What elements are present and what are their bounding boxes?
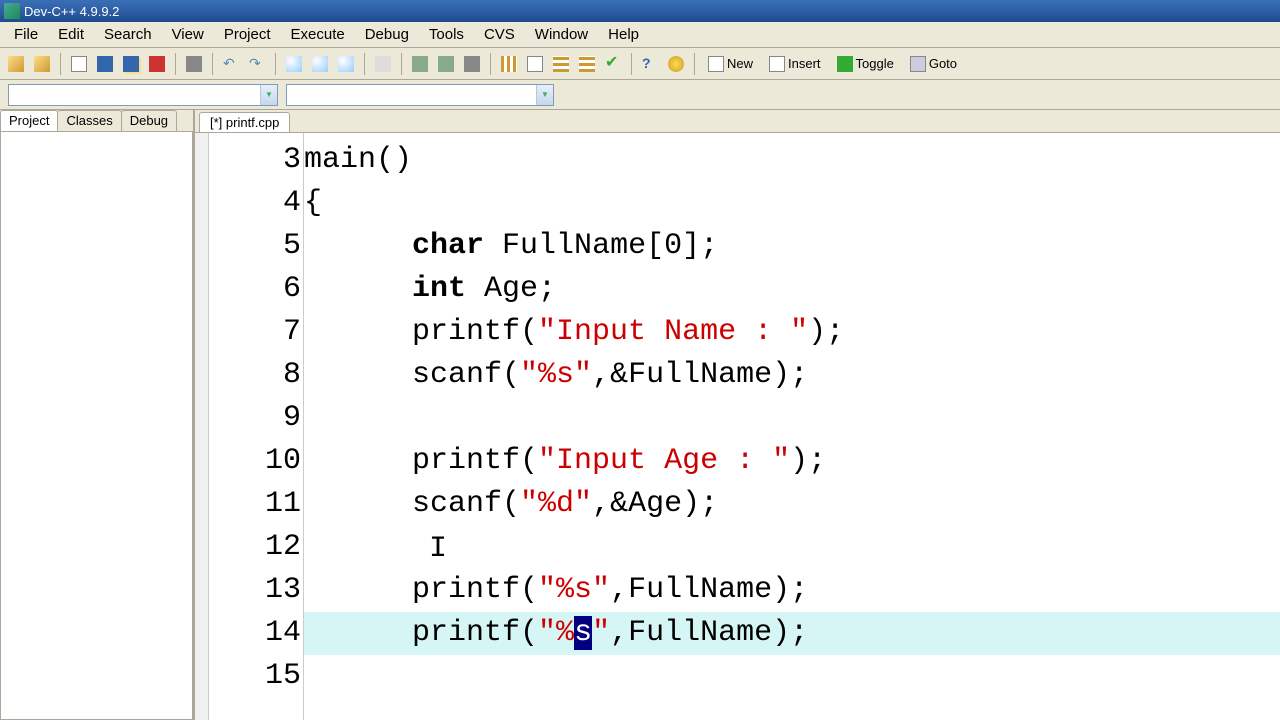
menu-help[interactable]: Help (598, 22, 649, 47)
chevron-down-icon: ▼ (260, 85, 277, 105)
debug-button[interactable] (523, 52, 547, 76)
line-number-gutter: 3456789101112131415 (209, 133, 304, 720)
menu-file[interactable]: File (4, 22, 48, 47)
debug3-button[interactable] (575, 52, 599, 76)
code-line[interactable]: I (304, 526, 1280, 569)
line-number: 3 (209, 139, 303, 182)
find-next-button[interactable] (334, 52, 358, 76)
redo-button[interactable]: ↷ (245, 52, 269, 76)
menu-debug[interactable]: Debug (355, 22, 419, 47)
selector-row: ▼ ▼ (0, 80, 1280, 110)
line-number: 8 (209, 354, 303, 397)
help-button[interactable]: ? (638, 52, 662, 76)
app-icon (4, 3, 20, 19)
undo-button[interactable]: ↶ (219, 52, 243, 76)
text-cursor: I (429, 528, 447, 571)
about-button[interactable] (664, 52, 688, 76)
chevron-down-icon: ▼ (536, 85, 553, 105)
line-number: 9 (209, 397, 303, 440)
code-container: 3456789101112131415 main(){ char FullNam… (195, 132, 1280, 720)
side-panel: Project Classes Debug (0, 110, 195, 720)
code-line[interactable]: int Age; (304, 268, 1280, 311)
run-button[interactable] (434, 52, 458, 76)
menubar: File Edit Search View Project Execute De… (0, 22, 1280, 48)
menu-window[interactable]: Window (525, 22, 598, 47)
code-line[interactable]: main() (304, 139, 1280, 182)
menu-tools[interactable]: Tools (419, 22, 474, 47)
scope-combo[interactable]: ▼ (8, 84, 278, 106)
editor-area: [*] printf.cpp 3456789101112131415 main(… (195, 110, 1280, 720)
side-tab-classes[interactable]: Classes (57, 110, 121, 131)
line-number: 13 (209, 569, 303, 612)
code-line[interactable] (304, 397, 1280, 440)
save-button[interactable] (93, 52, 117, 76)
menu-edit[interactable]: Edit (48, 22, 94, 47)
line-number: 12 (209, 526, 303, 569)
find-button[interactable] (282, 52, 306, 76)
line-number: 11 (209, 483, 303, 526)
line-number: 10 (209, 440, 303, 483)
file-tab[interactable]: [*] printf.cpp (199, 112, 290, 132)
member-combo[interactable]: ▼ (286, 84, 554, 106)
goto-button[interactable]: Goto (903, 52, 964, 76)
menu-execute[interactable]: Execute (281, 22, 355, 47)
check-button[interactable]: ✔ (601, 52, 625, 76)
toggle-button[interactable]: Toggle (830, 52, 901, 76)
menu-cvs[interactable]: CVS (474, 22, 525, 47)
save-all-button[interactable] (119, 52, 143, 76)
code-editor[interactable]: main(){ char FullName[0]; int Age; print… (304, 133, 1280, 720)
code-line[interactable]: printf("Input Name : "); (304, 311, 1280, 354)
close-button[interactable] (145, 52, 169, 76)
line-number: 15 (209, 655, 303, 698)
insert-button[interactable]: Insert (762, 52, 828, 76)
folding-gutter (195, 133, 209, 720)
window-title: Dev-C++ 4.9.9.2 (24, 4, 119, 19)
new-project-button[interactable] (4, 52, 28, 76)
menu-search[interactable]: Search (94, 22, 162, 47)
line-number: 5 (209, 225, 303, 268)
line-number: 7 (209, 311, 303, 354)
line-number: 6 (209, 268, 303, 311)
line-number: 14 (209, 612, 303, 655)
rebuild-button[interactable] (497, 52, 521, 76)
code-line[interactable]: printf("Input Age : "); (304, 440, 1280, 483)
side-tab-debug[interactable]: Debug (121, 110, 177, 131)
side-panel-body (0, 132, 193, 720)
code-line[interactable]: scanf("%d",&Age); (304, 483, 1280, 526)
line-number: 4 (209, 182, 303, 225)
file-tabs: [*] printf.cpp (195, 110, 1280, 132)
open-button[interactable] (30, 52, 54, 76)
code-line[interactable]: printf("%s",FullName); (304, 612, 1280, 655)
side-tab-project[interactable]: Project (0, 110, 58, 131)
new-file-button[interactable] (67, 52, 91, 76)
print-button[interactable] (182, 52, 206, 76)
new-code-button[interactable]: New (701, 52, 760, 76)
debug2-button[interactable] (549, 52, 573, 76)
titlebar: Dev-C++ 4.9.9.2 (0, 0, 1280, 22)
goto-line-button[interactable] (371, 52, 395, 76)
code-line[interactable]: { (304, 182, 1280, 225)
replace-button[interactable] (308, 52, 332, 76)
code-line[interactable]: printf("%s",FullName); (304, 569, 1280, 612)
menu-project[interactable]: Project (214, 22, 281, 47)
toolbar: ↶ ↷ ✔ ? New Insert Toggle Goto (0, 48, 1280, 80)
compile-button[interactable] (408, 52, 432, 76)
menu-view[interactable]: View (162, 22, 214, 47)
side-tabs: Project Classes Debug (0, 110, 193, 132)
compile-run-button[interactable] (460, 52, 484, 76)
code-line[interactable] (304, 655, 1280, 698)
code-line[interactable]: char FullName[0]; (304, 225, 1280, 268)
code-line[interactable]: scanf("%s",&FullName); (304, 354, 1280, 397)
workspace: Project Classes Debug [*] printf.cpp 345… (0, 110, 1280, 720)
